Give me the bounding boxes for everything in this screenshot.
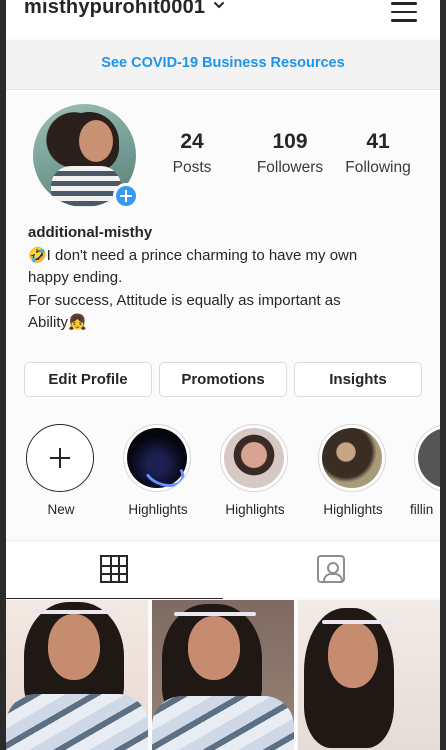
posts-stat[interactable]: 24 Posts (156, 130, 228, 177)
top-bar: misthypurohit0001 (6, 0, 440, 36)
following-stat[interactable]: 41 Following (338, 130, 418, 177)
bio-line: 🤣I don't need a prince charming to have … (28, 246, 358, 264)
post-thumbnail[interactable] (6, 600, 148, 750)
profile-screen: misthypurohit0001 See COVID-19 Business … (6, 0, 440, 750)
following-count: 41 (366, 130, 390, 153)
followers-stat[interactable]: 109 Followers (246, 130, 334, 177)
profile-tabs (6, 540, 440, 599)
highlight-label: Highlights (225, 502, 285, 517)
bio: additional-misthy 🤣I don't need a prince… (28, 222, 428, 335)
following-label: Following (345, 159, 411, 176)
highlight-item[interactable]: Highlights (220, 424, 290, 517)
tab-grid[interactable] (6, 541, 223, 599)
bio-line: Ability👧 (28, 314, 87, 331)
highlight-label: fillin (410, 502, 434, 517)
highlight-item[interactable]: fillin (410, 424, 440, 517)
highlight-item[interactable]: Highlights (318, 424, 388, 517)
posts-label: Posts (172, 159, 212, 176)
tab-tagged[interactable] (223, 541, 440, 599)
posts-count: 24 (180, 130, 204, 153)
insights-button[interactable]: Insights (294, 362, 422, 397)
tagged-user-icon (317, 555, 345, 583)
chevron-down-icon[interactable] (212, 0, 226, 12)
post-thumbnail[interactable] (152, 600, 294, 750)
display-name: additional-misthy (28, 224, 153, 241)
covid-resources-link[interactable]: See COVID-19 Business Resources (6, 55, 440, 71)
promotions-button[interactable]: Promotions (159, 362, 287, 397)
highlight-label: New (47, 502, 75, 517)
account-username[interactable]: misthypurohit0001 (24, 0, 205, 19)
highlight-new[interactable]: New (26, 424, 96, 517)
followers-count: 109 (272, 130, 308, 153)
highlight-label: Highlights (323, 502, 383, 517)
bio-line: happy ending. (28, 269, 123, 286)
highlight-item[interactable]: Highlights (123, 424, 193, 517)
post-thumbnail[interactable] (298, 600, 440, 750)
hamburger-icon[interactable] (391, 2, 419, 22)
highlight-label: Highlights (128, 502, 188, 517)
followers-label: Followers (256, 159, 324, 176)
edit-profile-button[interactable]: Edit Profile (24, 362, 152, 397)
bio-line: For success, Attitude is equally as impo… (28, 291, 341, 309)
add-story-icon[interactable] (113, 183, 139, 209)
grid-icon (100, 555, 128, 583)
covid-banner: See COVID-19 Business Resources (6, 40, 440, 90)
